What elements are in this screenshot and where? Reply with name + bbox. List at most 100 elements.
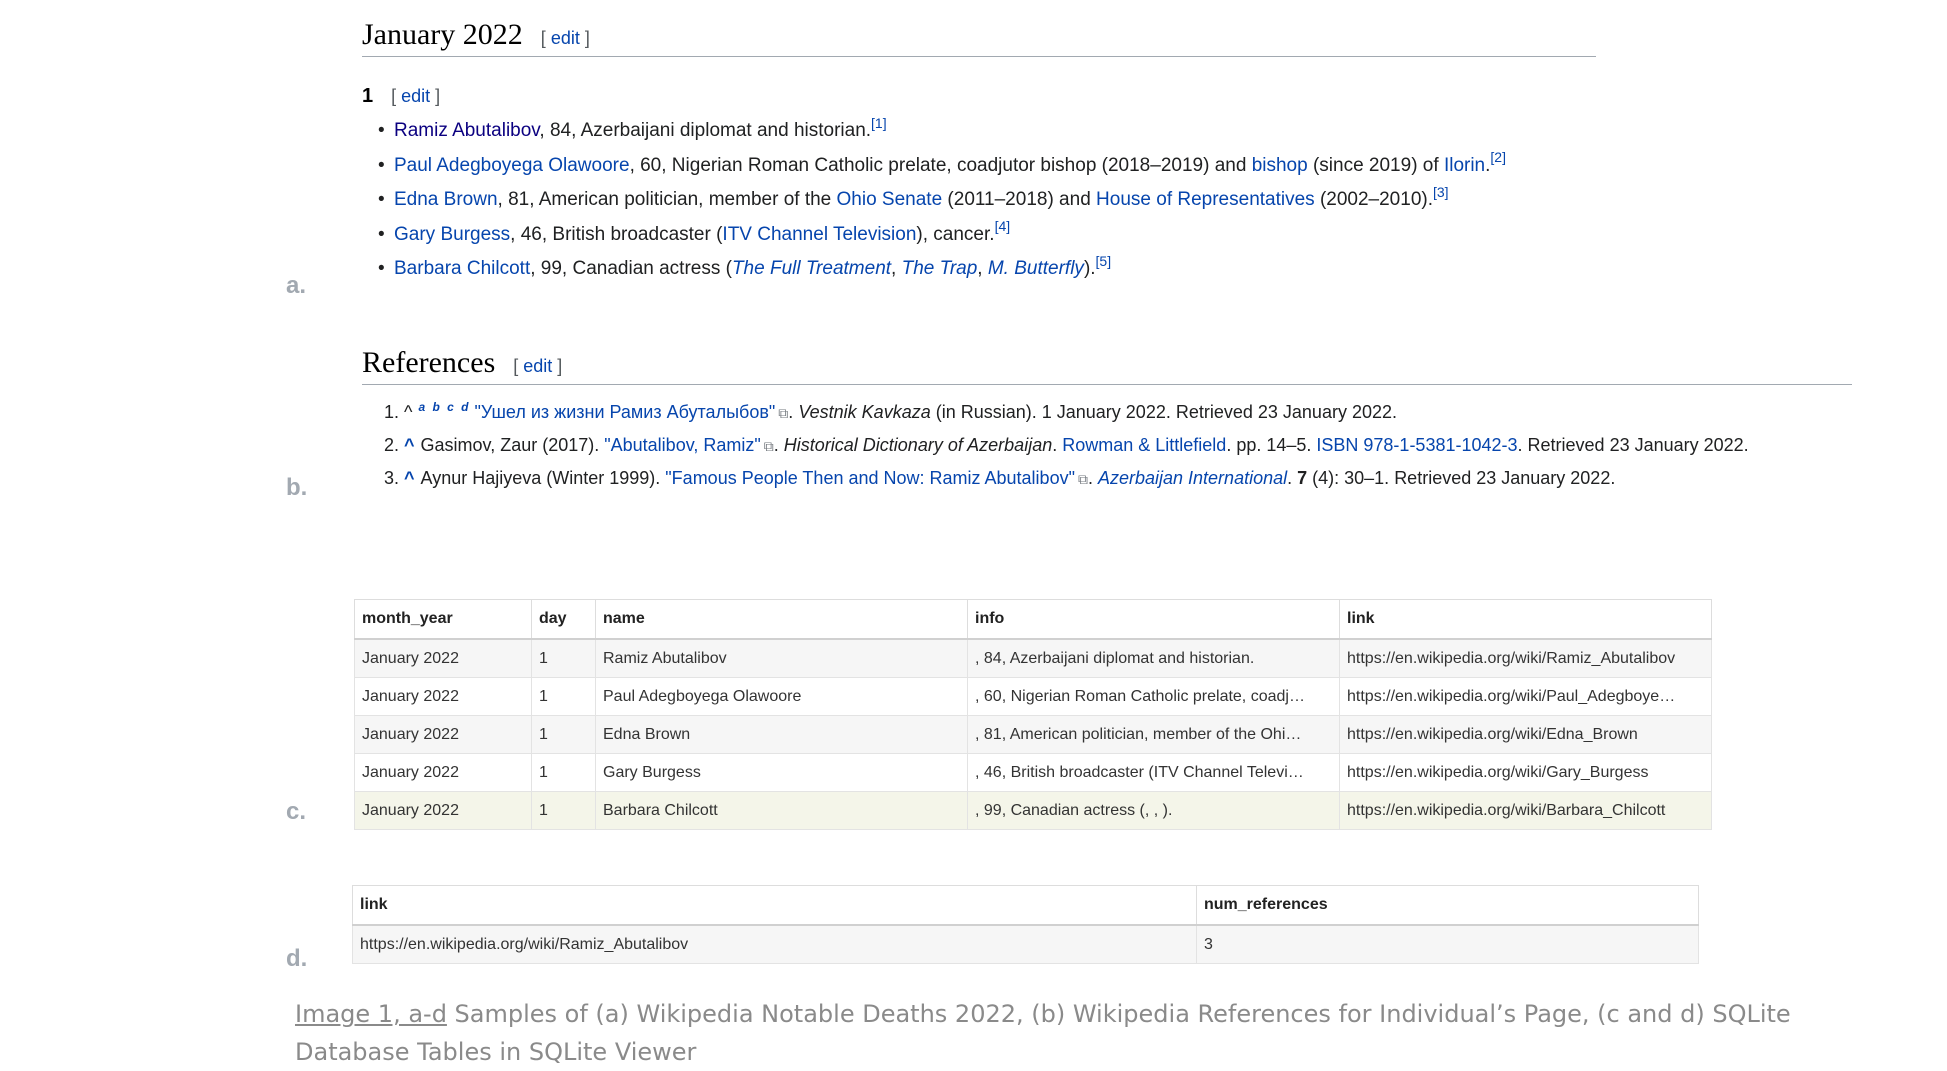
- list-item: Ramiz Abutalibov, 84, Azerbaijani diplom…: [378, 114, 1596, 149]
- table-cell[interactable]: Ramiz Abutalibov: [595, 638, 968, 678]
- citation-link[interactable]: [1]: [871, 115, 887, 131]
- reference-details: (in Russian). 1 January 2022. Retrieved …: [930, 402, 1397, 422]
- isbn-link[interactable]: ISBN 978-1-5381-1042-3: [1316, 435, 1517, 455]
- table-cell[interactable]: January 2022: [354, 638, 532, 678]
- table-cell[interactable]: https://en.wikipedia.org/wiki/Ramiz_Abut…: [1339, 638, 1712, 678]
- table-cell[interactable]: Barbara Chilcott: [595, 791, 968, 830]
- deaths-section: January 2022 [ edit ] 1 [ edit ] Ramiz A…: [362, 18, 1596, 287]
- column-header[interactable]: month_year: [354, 599, 532, 640]
- table-cell[interactable]: January 2022: [354, 715, 532, 754]
- separator: .: [1087, 468, 1098, 488]
- citation-link[interactable]: [5]: [1096, 253, 1112, 269]
- publisher-link[interactable]: Rowman & Littlefield: [1062, 435, 1226, 455]
- separator: .: [1052, 435, 1063, 455]
- reference-item: ^Aynur Hajiyeva (Winter 1999). "Famous P…: [404, 462, 1852, 495]
- table-row[interactable]: January 2022 1 Paul Adegboyega Olawoore …: [354, 677, 1712, 716]
- reference-work: Historical Dictionary of Azerbaijan: [783, 435, 1053, 455]
- panel-letter-b: b.: [286, 474, 308, 501]
- death-info: , 60, Nigerian Roman Catholic prelate, c…: [629, 154, 1252, 176]
- wiki-link[interactable]: bishop: [1252, 155, 1308, 176]
- separator: .: [1287, 468, 1298, 488]
- caret-link[interactable]: ^: [404, 468, 415, 488]
- table-cell[interactable]: , 99, Canadian actress (, , ).: [967, 791, 1340, 830]
- citation-link[interactable]: [4]: [995, 218, 1011, 234]
- person-link[interactable]: Ramiz Abutalibov: [394, 120, 539, 141]
- wiki-link[interactable]: Ohio Senate: [837, 189, 943, 210]
- person-link[interactable]: Gary Burgess: [394, 224, 510, 245]
- edit-section: [ edit ]: [391, 86, 441, 106]
- reference-title-link[interactable]: "Famous People Then and Now: Ramiz Abuta…: [665, 468, 1075, 488]
- volume: 7: [1297, 468, 1308, 488]
- death-info: , 46, British broadcaster (: [510, 223, 723, 245]
- person-link[interactable]: Paul Adegboyega Olawoore: [394, 155, 630, 176]
- table-row[interactable]: January 2022 1 Edna Brown , 81, American…: [354, 715, 1712, 754]
- table-cell[interactable]: January 2022: [354, 791, 532, 830]
- wiki-link[interactable]: M. Butterfly: [988, 258, 1084, 279]
- day-heading: 1 [ edit ]: [362, 85, 1596, 108]
- column-header[interactable]: day: [531, 599, 596, 640]
- reference-title-link[interactable]: "Abutalibov, Ramiz": [604, 435, 761, 455]
- references-heading-text: References: [362, 346, 496, 379]
- table-cell[interactable]: 1: [531, 677, 596, 716]
- column-header[interactable]: link: [352, 885, 1197, 926]
- reference-work-link[interactable]: Azerbaijan International: [1098, 468, 1287, 488]
- external-link-icon: ⧉: [763, 438, 774, 454]
- column-header[interactable]: link: [1339, 599, 1712, 640]
- death-info: (2011–2018) and: [942, 189, 1097, 210]
- table-row[interactable]: January 2022 1 Barbara Chilcott , 99, Ca…: [354, 791, 1712, 830]
- table-row[interactable]: https://en.wikipedia.org/wiki/Ramiz_Abut…: [352, 924, 1699, 964]
- table-cell[interactable]: January 2022: [354, 677, 532, 716]
- wiki-link[interactable]: House of Representatives: [1096, 189, 1315, 210]
- edit-section: [ edit ]: [540, 28, 590, 48]
- table-cell[interactable]: Paul Adegboyega Olawoore: [595, 677, 968, 716]
- panel-letter-a: a.: [286, 272, 307, 299]
- table-row[interactable]: January 2022 1 Ramiz Abutalibov , 84, Az…: [354, 638, 1712, 678]
- person-link[interactable]: Barbara Chilcott: [394, 258, 530, 279]
- table-cell[interactable]: , 84, Azerbaijani diplomat and historian…: [967, 638, 1340, 678]
- table-cell[interactable]: https://en.wikipedia.org/wiki/Gary_Burge…: [1339, 753, 1712, 792]
- table-header-row: link num_references: [352, 885, 1699, 926]
- table-cell[interactable]: 1: [531, 791, 596, 830]
- caret-link[interactable]: ^: [404, 435, 415, 455]
- table-cell[interactable]: 1: [531, 638, 596, 678]
- wiki-link[interactable]: Ilorin: [1444, 155, 1485, 176]
- reference-author: Gasimov, Zaur (2017).: [420, 435, 605, 455]
- references-count-table: link num_references https://en.wikipedia…: [352, 885, 1699, 964]
- table-cell[interactable]: , 60, Nigerian Roman Catholic prelate, c…: [967, 677, 1340, 716]
- column-header[interactable]: info: [967, 599, 1340, 640]
- table-cell[interactable]: Gary Burgess: [595, 753, 968, 792]
- table-cell[interactable]: 1: [531, 753, 596, 792]
- table-cell[interactable]: https://en.wikipedia.org/wiki/Barbara_Ch…: [1339, 791, 1712, 830]
- wiki-link[interactable]: The Trap: [902, 258, 978, 279]
- reference-details: (4): 30–1. Retrieved 23 January 2022.: [1307, 468, 1616, 488]
- table-cell[interactable]: , 81, American politician, member of the…: [967, 715, 1340, 754]
- wiki-link[interactable]: The Full Treatment: [732, 258, 891, 279]
- citation-link[interactable]: [2]: [1490, 149, 1506, 165]
- table-cell[interactable]: 1: [531, 715, 596, 754]
- references-section: References [ edit ] ^ a b c d "Ушел из жиз…: [362, 346, 1852, 495]
- table-cell[interactable]: 3: [1196, 924, 1699, 964]
- person-link[interactable]: Edna Brown: [394, 189, 498, 210]
- table-cell[interactable]: January 2022: [354, 753, 532, 792]
- month-heading-text: January 2022: [362, 18, 523, 51]
- table-row[interactable]: January 2022 1 Gary Burgess , 46, Britis…: [354, 753, 1712, 792]
- edit-link[interactable]: edit: [523, 356, 552, 376]
- day-heading-text: 1: [362, 85, 374, 107]
- table-cell[interactable]: https://en.wikipedia.org/wiki/Edna_Brown: [1339, 715, 1712, 754]
- separator: ,: [891, 258, 902, 279]
- reference-title-link[interactable]: "Ушел из жизни Рамиз Абуталыбов": [474, 402, 775, 422]
- references-heading: References [ edit ]: [362, 346, 1852, 385]
- citation-link[interactable]: [3]: [1433, 184, 1449, 200]
- column-header[interactable]: num_references: [1196, 885, 1699, 926]
- edit-link[interactable]: edit: [401, 86, 430, 106]
- column-header[interactable]: name: [595, 599, 968, 640]
- table-cell[interactable]: Edna Brown: [595, 715, 968, 754]
- table-cell[interactable]: https://en.wikipedia.org/wiki/Ramiz_Abut…: [352, 924, 1197, 964]
- caption-text: Samples of (a) Wikipedia Notable Deaths …: [295, 1000, 1791, 1066]
- table-cell[interactable]: https://en.wikipedia.org/wiki/Paul_Adegb…: [1339, 677, 1712, 716]
- table-cell[interactable]: , 46, British broadcaster (ITV Channel T…: [967, 753, 1340, 792]
- wiki-link[interactable]: ITV Channel Television: [722, 224, 916, 245]
- death-info: , 99, Canadian actress (: [530, 258, 732, 279]
- backlinks[interactable]: a b c d: [418, 400, 470, 414]
- edit-link[interactable]: edit: [551, 28, 580, 48]
